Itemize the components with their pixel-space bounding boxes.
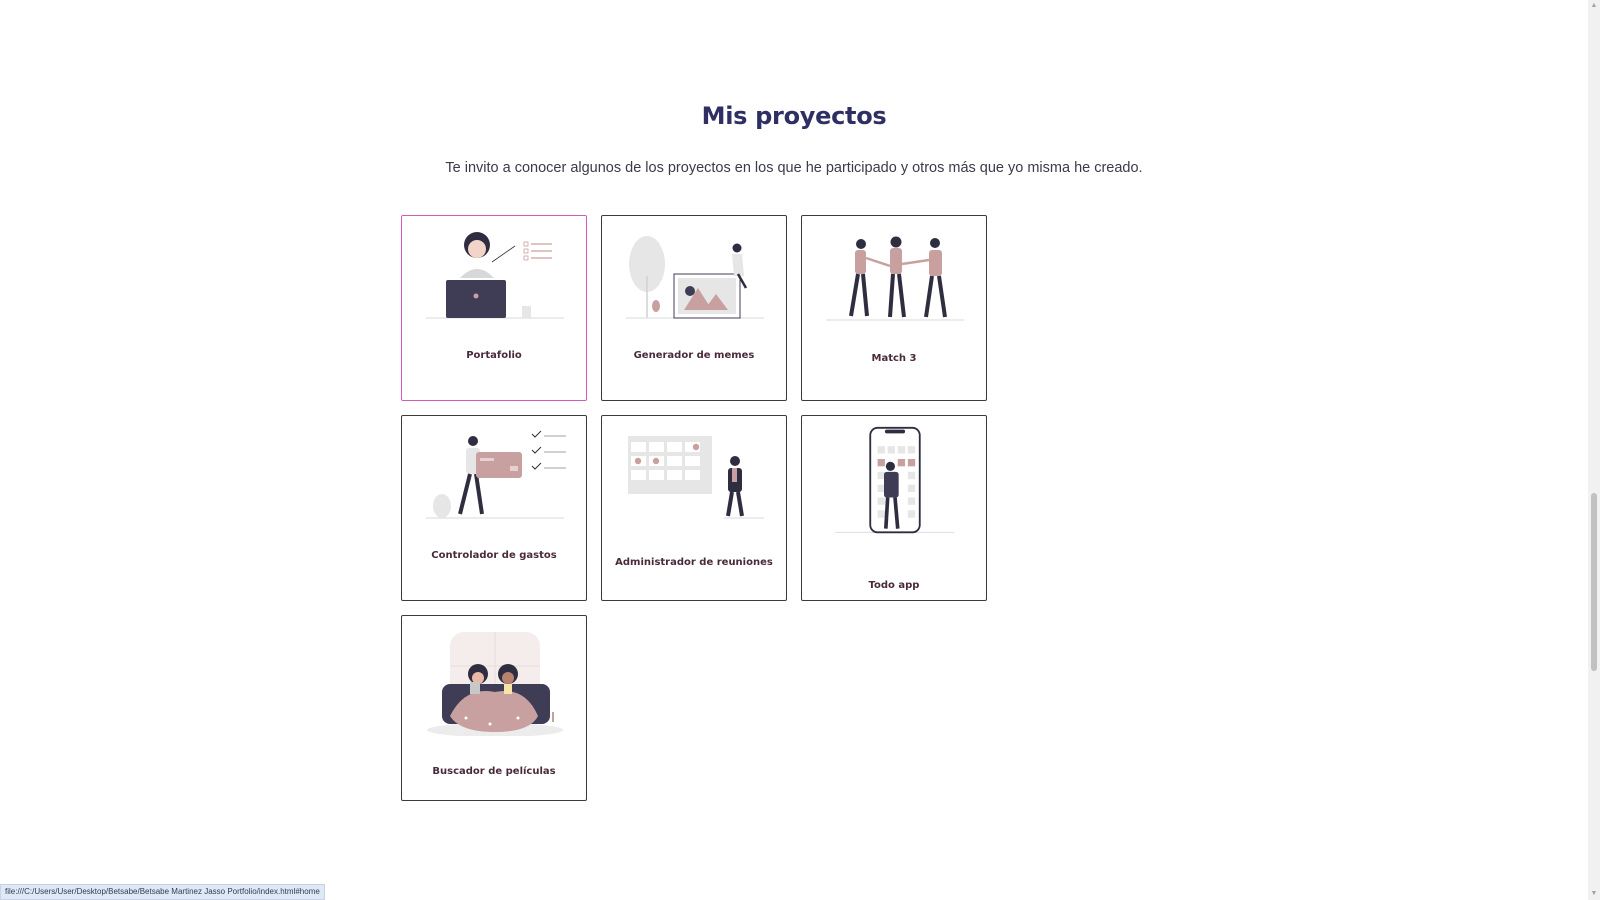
calendar-illustration [628, 436, 764, 519]
page: Mis proyectos Te invito a conocer alguno… [0, 0, 1588, 900]
project-card-controlador-de-gastos[interactable]: Controlador de gastos [401, 415, 587, 601]
people-holding-hands-illustration [826, 236, 964, 321]
scroll-down-arrow-icon[interactable]: ▼ [1588, 888, 1600, 900]
scrollbar-thumb[interactable] [1591, 493, 1597, 671]
project-label: Portafolio [466, 350, 522, 361]
section-subtitle: Te invito a conocer algunos de los proye… [445, 160, 1143, 176]
couch-movie-illustration [427, 632, 563, 736]
project-label: Generador de memes [633, 350, 755, 361]
project-label: Administrador de reuniones [615, 557, 773, 568]
project-card-generador-de-memes[interactable]: Generador de memes [601, 215, 787, 401]
project-label: Match 3 [871, 353, 917, 364]
project-label: Controlador de gastos [431, 550, 557, 561]
project-card-todo-app[interactable]: Todo app [801, 415, 987, 601]
credit-card-illustration [426, 430, 566, 519]
project-card-administrador-de-reuniones[interactable]: Administrador de reuniones [601, 415, 787, 601]
phone-calendar-illustration [835, 426, 955, 534]
vertical-scrollbar[interactable]: ▲ ▼ [1588, 0, 1600, 900]
image-frame-illustration [626, 236, 764, 319]
project-card-match-3[interactable]: Match 3 [801, 215, 987, 401]
scroll-up-arrow-icon[interactable]: ▲ [1588, 0, 1600, 12]
project-label: Todo app [868, 580, 920, 591]
project-card-portafolio[interactable]: Portafolio [401, 215, 587, 401]
project-label: Buscador de películas [432, 766, 556, 777]
section-title: Mis proyectos [701, 102, 887, 130]
woman-laptop-illustration [426, 232, 564, 319]
status-bar-url: file:///C:/Users/User/Desktop/Betsabe/Be… [0, 884, 325, 900]
project-card-buscador-de-peliculas[interactable]: Buscador de películas [401, 615, 587, 801]
